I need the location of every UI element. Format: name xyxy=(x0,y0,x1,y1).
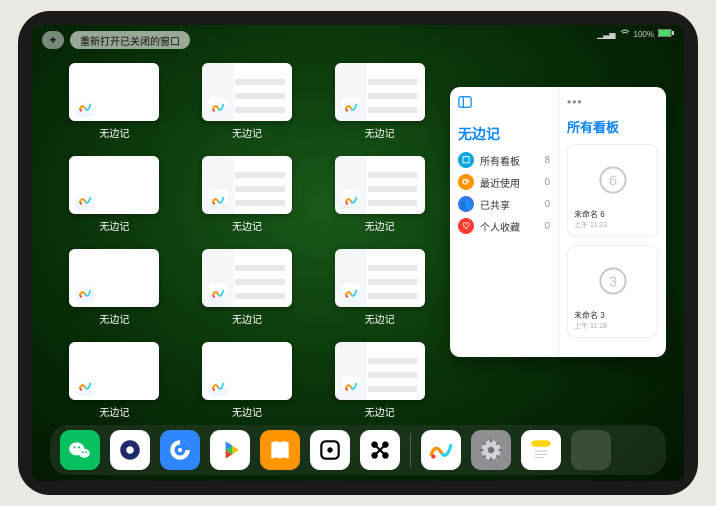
window-thumbnail[interactable]: 无边记 xyxy=(195,156,300,233)
window-label: 无边记 xyxy=(232,125,262,140)
sidebar-icon xyxy=(458,95,472,114)
freeform-app-icon xyxy=(208,283,228,303)
freeform-app-icon xyxy=(75,97,95,117)
window-thumbnail[interactable]: 无边记 xyxy=(62,63,167,140)
window-label: 无边记 xyxy=(99,404,129,419)
panel-sidebar: 无边记 ☐ 所有看板 8 ⟳ 最近使用 0 👥 已共享 0 ♡ 个人收藏 0 xyxy=(450,87,558,357)
window-label: 无边记 xyxy=(232,218,262,233)
category-count: 0 xyxy=(544,221,550,232)
apps-quad-dock-icon[interactable] xyxy=(571,430,611,470)
window-thumbnail[interactable]: 无边记 xyxy=(62,342,167,419)
more-icon[interactable]: ••• xyxy=(567,95,583,109)
qq-browser-dock-icon[interactable] xyxy=(160,430,200,470)
freeform-app-icon xyxy=(208,190,228,210)
dock-recent xyxy=(421,430,611,470)
freeform-app-icon xyxy=(341,283,361,303)
board-card[interactable]: 3 未命名 3 上午 11:18 xyxy=(567,245,658,338)
window-label: 无边记 xyxy=(365,125,395,140)
svg-text:6: 6 xyxy=(608,173,616,189)
dock xyxy=(50,425,666,475)
dock-separator xyxy=(410,433,411,467)
category-icon: 👥 xyxy=(458,196,474,212)
svg-text:3: 3 xyxy=(608,274,616,290)
category-icon: ♡ xyxy=(458,218,474,234)
board-title: 未命名 3 xyxy=(574,310,651,321)
category-item[interactable]: ☐ 所有看板 8 xyxy=(458,152,550,168)
reopen-closed-window-button[interactable]: 重新打开已关闭的窗口 xyxy=(70,31,190,49)
freeform-app-icon xyxy=(341,190,361,210)
window-label: 无边记 xyxy=(365,218,395,233)
window-label: 无边记 xyxy=(232,311,262,326)
window-label: 无边记 xyxy=(365,404,395,419)
battery-text: 100% xyxy=(634,30,654,39)
category-label: 所有看板 xyxy=(480,153,538,168)
window-thumbnail[interactable]: 无边记 xyxy=(327,249,432,326)
reopen-label: 重新打开已关闭的窗口 xyxy=(80,33,180,48)
board-preview: 6 xyxy=(574,151,651,209)
category-item[interactable]: ⟳ 最近使用 0 xyxy=(458,174,550,190)
freeform-app-panel: 无边记 ☐ 所有看板 8 ⟳ 最近使用 0 👥 已共享 0 ♡ 个人收藏 0 •… xyxy=(450,87,666,357)
board-subtitle: 上午 11:18 xyxy=(574,321,651,331)
window-thumbnail[interactable]: 无边记 xyxy=(62,249,167,326)
window-label: 无边记 xyxy=(232,404,262,419)
books-dock-icon[interactable] xyxy=(260,430,300,470)
category-label: 已共享 xyxy=(480,197,538,212)
window-thumbnail[interactable]: 无边记 xyxy=(62,156,167,233)
wechat-dock-icon[interactable] xyxy=(60,430,100,470)
battery-icon xyxy=(658,29,674,39)
play-dock-icon[interactable] xyxy=(210,430,250,470)
ipad-frame: ▁▃▅ 100% + 重新打开已关闭的窗口 无边记 无边记 无边记 xyxy=(18,11,698,495)
freeform-app-icon xyxy=(341,376,361,396)
screen: ▁▃▅ 100% + 重新打开已关闭的窗口 无边记 无边记 无边记 xyxy=(32,25,684,481)
window-thumbnail[interactable]: 无边记 xyxy=(327,342,432,419)
signal-icon: ▁▃▅ xyxy=(597,30,615,39)
category-label: 个人收藏 xyxy=(480,219,538,234)
board-title: 未命名 6 xyxy=(574,209,651,220)
board-preview: 3 xyxy=(574,252,651,310)
category-item[interactable]: ♡ 个人收藏 0 xyxy=(458,218,550,234)
topbar: + 重新打开已关闭的窗口 xyxy=(42,31,190,49)
freeform-app-icon xyxy=(75,376,95,396)
window-thumbnail[interactable]: 无边记 xyxy=(195,342,300,419)
panel-title: 无边记 xyxy=(458,124,550,144)
category-count: 8 xyxy=(544,155,550,166)
boards-title: 所有看板 xyxy=(567,117,658,136)
quark-dock-icon[interactable] xyxy=(110,430,150,470)
window-thumbnail[interactable]: 无边记 xyxy=(327,156,432,233)
category-icon: ☐ xyxy=(458,152,474,168)
dock-main xyxy=(60,430,400,470)
category-icon: ⟳ xyxy=(458,174,474,190)
window-thumbnail[interactable]: 无边记 xyxy=(195,249,300,326)
settings-dock-icon[interactable] xyxy=(471,430,511,470)
window-grid: 无边记 无边记 无边记 无边记 无边记 无边记 无边记 无边记 xyxy=(62,63,432,419)
window-label: 无边记 xyxy=(99,311,129,326)
window-label: 无边记 xyxy=(99,218,129,233)
board-list: 6 未命名 6 上午 11:23 3 未命名 3 上午 11:18 xyxy=(567,144,658,338)
freeform-dock-icon[interactable] xyxy=(421,430,461,470)
new-window-button[interactable]: + xyxy=(42,31,64,49)
category-item[interactable]: 👥 已共享 0 xyxy=(458,196,550,212)
window-label: 无边记 xyxy=(365,311,395,326)
category-count: 0 xyxy=(544,177,550,188)
category-list: ☐ 所有看板 8 ⟳ 最近使用 0 👥 已共享 0 ♡ 个人收藏 0 xyxy=(458,152,550,234)
freeform-app-icon xyxy=(75,190,95,210)
window-thumbnail[interactable]: 无边记 xyxy=(327,63,432,140)
board-card[interactable]: 6 未命名 6 上午 11:23 xyxy=(567,144,658,237)
category-label: 最近使用 xyxy=(480,175,538,190)
notes-dock-icon[interactable] xyxy=(521,430,561,470)
panel-boards: ••• 所有看板 6 未命名 6 上午 11:23 3 未命名 3 上午 11:… xyxy=(558,87,666,357)
freeform-app-icon xyxy=(208,97,228,117)
category-count: 0 xyxy=(544,199,550,210)
status-bar: ▁▃▅ 100% xyxy=(597,29,674,39)
freeform-app-icon xyxy=(75,283,95,303)
freeform-app-icon xyxy=(208,376,228,396)
wifi-icon xyxy=(620,29,630,39)
freeform-app-icon xyxy=(341,97,361,117)
window-label: 无边记 xyxy=(99,125,129,140)
window-thumbnail[interactable]: 无边记 xyxy=(195,63,300,140)
connect-dock-icon[interactable] xyxy=(360,430,400,470)
dice-dock-icon[interactable] xyxy=(310,430,350,470)
board-subtitle: 上午 11:23 xyxy=(574,220,651,230)
